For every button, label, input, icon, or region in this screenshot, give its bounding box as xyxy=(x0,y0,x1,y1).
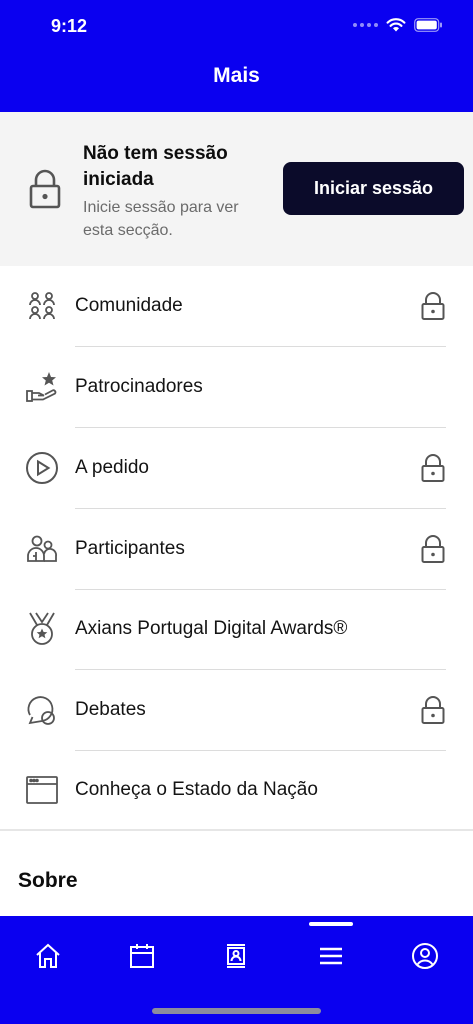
menu-item-comunidade[interactable]: Comunidade xyxy=(0,266,473,347)
section-divider xyxy=(0,829,473,831)
calendar-icon xyxy=(130,944,154,968)
menu-item-awards[interactable]: Axians Portugal Digital Awards® xyxy=(0,589,473,670)
menu-item-label: Patrocinadores xyxy=(75,376,203,397)
menu-item-label: A pedido xyxy=(75,457,149,478)
page-title: Mais xyxy=(213,64,260,87)
badge-icon xyxy=(227,944,245,968)
tab-badge[interactable] xyxy=(212,932,260,980)
tab-home[interactable] xyxy=(24,932,72,980)
menu-item-label: Participantes xyxy=(75,538,185,559)
login-title: Não tem sessão iniciada xyxy=(83,143,228,190)
play-icon xyxy=(24,450,60,486)
menu-item-patrocinadores[interactable]: Patrocinadores xyxy=(0,347,473,428)
lock-icon xyxy=(421,454,445,482)
lock-icon xyxy=(29,169,61,209)
login-button[interactable]: Iniciar sessão xyxy=(283,162,464,215)
menu-item-label: Conheça o Estado da Nação xyxy=(75,779,318,800)
active-tab-indicator xyxy=(309,922,353,926)
signal-icon xyxy=(353,22,378,27)
menu-item-estado-da-nacao[interactable]: Conheça o Estado da Nação xyxy=(0,750,473,831)
menu-item-label: Debates xyxy=(75,699,146,720)
menu-item-participantes[interactable]: Participantes xyxy=(0,509,473,590)
status-time: 9:12 xyxy=(51,16,88,36)
bottom-tab-bar xyxy=(0,916,473,1024)
menu-item-label: Axians Portugal Digital Awards® xyxy=(75,618,348,639)
menu-icon xyxy=(320,947,342,965)
lock-icon xyxy=(421,696,445,724)
tab-calendar[interactable] xyxy=(118,932,166,980)
lock-icon xyxy=(421,535,445,563)
tab-profile[interactable] xyxy=(401,932,449,980)
participants-icon xyxy=(24,531,60,567)
sponsor-icon xyxy=(24,369,60,405)
chat-icon xyxy=(24,692,60,728)
wifi-icon xyxy=(386,18,406,32)
login-subtitle: Inicie sessão para ver esta secção. xyxy=(83,199,239,239)
top-bar: 9:12 Mais xyxy=(0,0,473,112)
browser-window-icon xyxy=(24,772,60,808)
battery-icon xyxy=(414,17,442,32)
community-icon xyxy=(24,288,60,324)
status-icons xyxy=(353,17,443,32)
menu-item-label: Comunidade xyxy=(75,295,183,316)
home-indicator xyxy=(152,1008,321,1014)
medal-icon xyxy=(24,611,60,647)
tab-menu[interactable] xyxy=(307,932,355,980)
menu-item-debates[interactable]: Debates xyxy=(0,670,473,751)
section-title-sobre: Sobre xyxy=(18,869,78,892)
profile-icon xyxy=(412,943,438,969)
lock-icon xyxy=(421,292,445,320)
menu-item-a-pedido[interactable]: A pedido xyxy=(0,428,473,509)
home-icon xyxy=(36,943,60,968)
